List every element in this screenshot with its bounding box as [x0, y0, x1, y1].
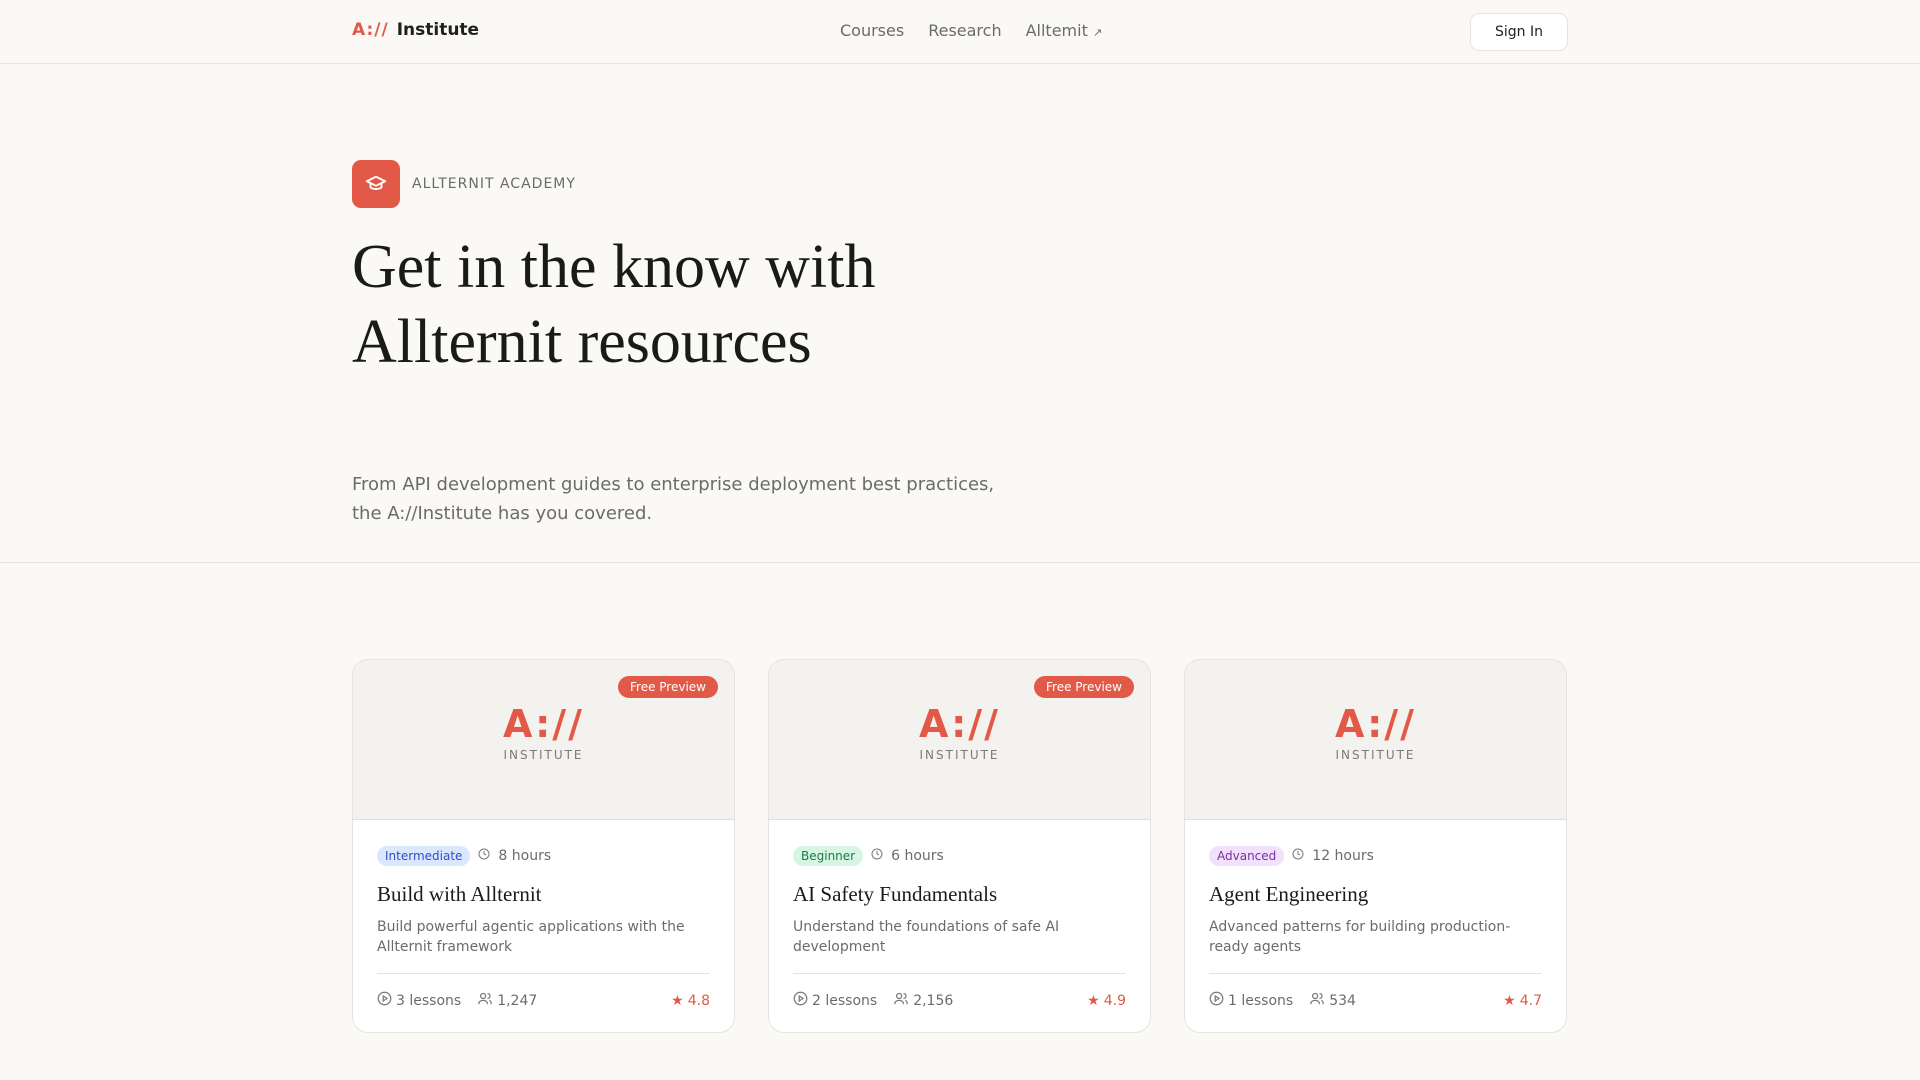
star-icon: ★ [671, 992, 684, 1009]
course-thumbnail: Free Preview A:// INSTITUTE [769, 660, 1150, 820]
course-card[interactable]: Free Preview A:// INSTITUTE Intermediate… [352, 659, 735, 1033]
hero-subtitle: From API development guides to enterpris… [352, 474, 995, 524]
lesson-count: 1 lessons [1228, 992, 1294, 1009]
hero-title: Get in the know with Allternit resources [352, 233, 876, 376]
duration: 8 hours [498, 848, 552, 864]
lesson-count: 2 lessons [812, 992, 878, 1009]
course-card[interactable]: Free Preview A:// INSTITUTE Beginner 6 h… [768, 659, 1151, 1033]
level-badge: Advanced [1209, 846, 1285, 866]
hero-section: ALLTERNIT ACADEMY Get in the know with A… [0, 64, 1920, 563]
institute-logo: A:// [502, 702, 585, 746]
eyebrow-label: ALLTERNIT ACADEMY [412, 176, 576, 192]
course-title[interactable]: AI Safety Fundamentals [793, 882, 1126, 907]
course-description: Build powerful agentic applications with… [377, 919, 685, 955]
institute-label: INSTITUTE [503, 748, 584, 762]
duration: 12 hours [1312, 848, 1374, 864]
course-title[interactable]: Agent Engineering [1209, 882, 1542, 907]
brand-logo[interactable]: A:// Institute [352, 20, 479, 40]
student-count: 1,247 [497, 992, 538, 1009]
free-preview-badge: Free Preview [618, 676, 718, 698]
duration: 6 hours [891, 848, 944, 864]
clock-icon [478, 848, 490, 864]
rating-value: 4.8 [687, 992, 710, 1009]
course-description: Understand the foundations of safe AI de… [793, 919, 1060, 955]
play-circle-icon [793, 991, 808, 1010]
external-link-icon: ↗ [1092, 26, 1103, 39]
users-icon [477, 991, 493, 1010]
level-badge: Intermediate [377, 846, 471, 866]
nav-allternit[interactable]: Alltemit ↗ [1026, 21, 1103, 40]
users-icon [893, 991, 909, 1010]
brand-mark: A:// [352, 20, 389, 40]
institute-logo: A:// [1334, 702, 1417, 746]
course-title[interactable]: Build with Allternit [377, 882, 710, 907]
brand-name: Institute [396, 20, 480, 40]
nav-allternit-label: Alltemit [1025, 21, 1088, 40]
nav-courses[interactable]: Courses [840, 21, 904, 40]
star-icon: ★ [1503, 992, 1516, 1009]
clock-icon [1292, 848, 1304, 864]
play-circle-icon [1209, 991, 1224, 1010]
nav-research[interactable]: Research [928, 21, 1001, 40]
rating-value: 4.7 [1519, 992, 1542, 1009]
student-count: 534 [1329, 992, 1356, 1009]
top-nav: A:// Institute Courses Research Alltemit … [0, 0, 1920, 64]
institute-label: INSTITUTE [1335, 748, 1416, 762]
level-badge: Beginner [793, 846, 864, 866]
free-preview-badge: Free Preview [1034, 676, 1134, 698]
course-card[interactable]: A:// INSTITUTE Advanced 12 hours Agent E… [1184, 659, 1567, 1033]
graduation-cap-icon [352, 160, 400, 208]
users-icon [1309, 991, 1325, 1010]
student-count: 2,156 [913, 992, 954, 1009]
star-icon: ★ [1087, 992, 1100, 1009]
clock-icon [871, 848, 883, 864]
lesson-count: 3 lessons [396, 992, 462, 1009]
institute-logo: A:// [918, 702, 1001, 746]
course-thumbnail: Free Preview A:// INSTITUTE [353, 660, 734, 820]
sign-in-button[interactable]: Sign In [1470, 13, 1568, 51]
course-thumbnail: A:// INSTITUTE [1185, 660, 1566, 820]
course-description: Advanced patterns for building productio… [1209, 919, 1511, 955]
rating-value: 4.9 [1103, 992, 1126, 1009]
play-circle-icon [377, 991, 392, 1010]
institute-label: INSTITUTE [919, 748, 1000, 762]
